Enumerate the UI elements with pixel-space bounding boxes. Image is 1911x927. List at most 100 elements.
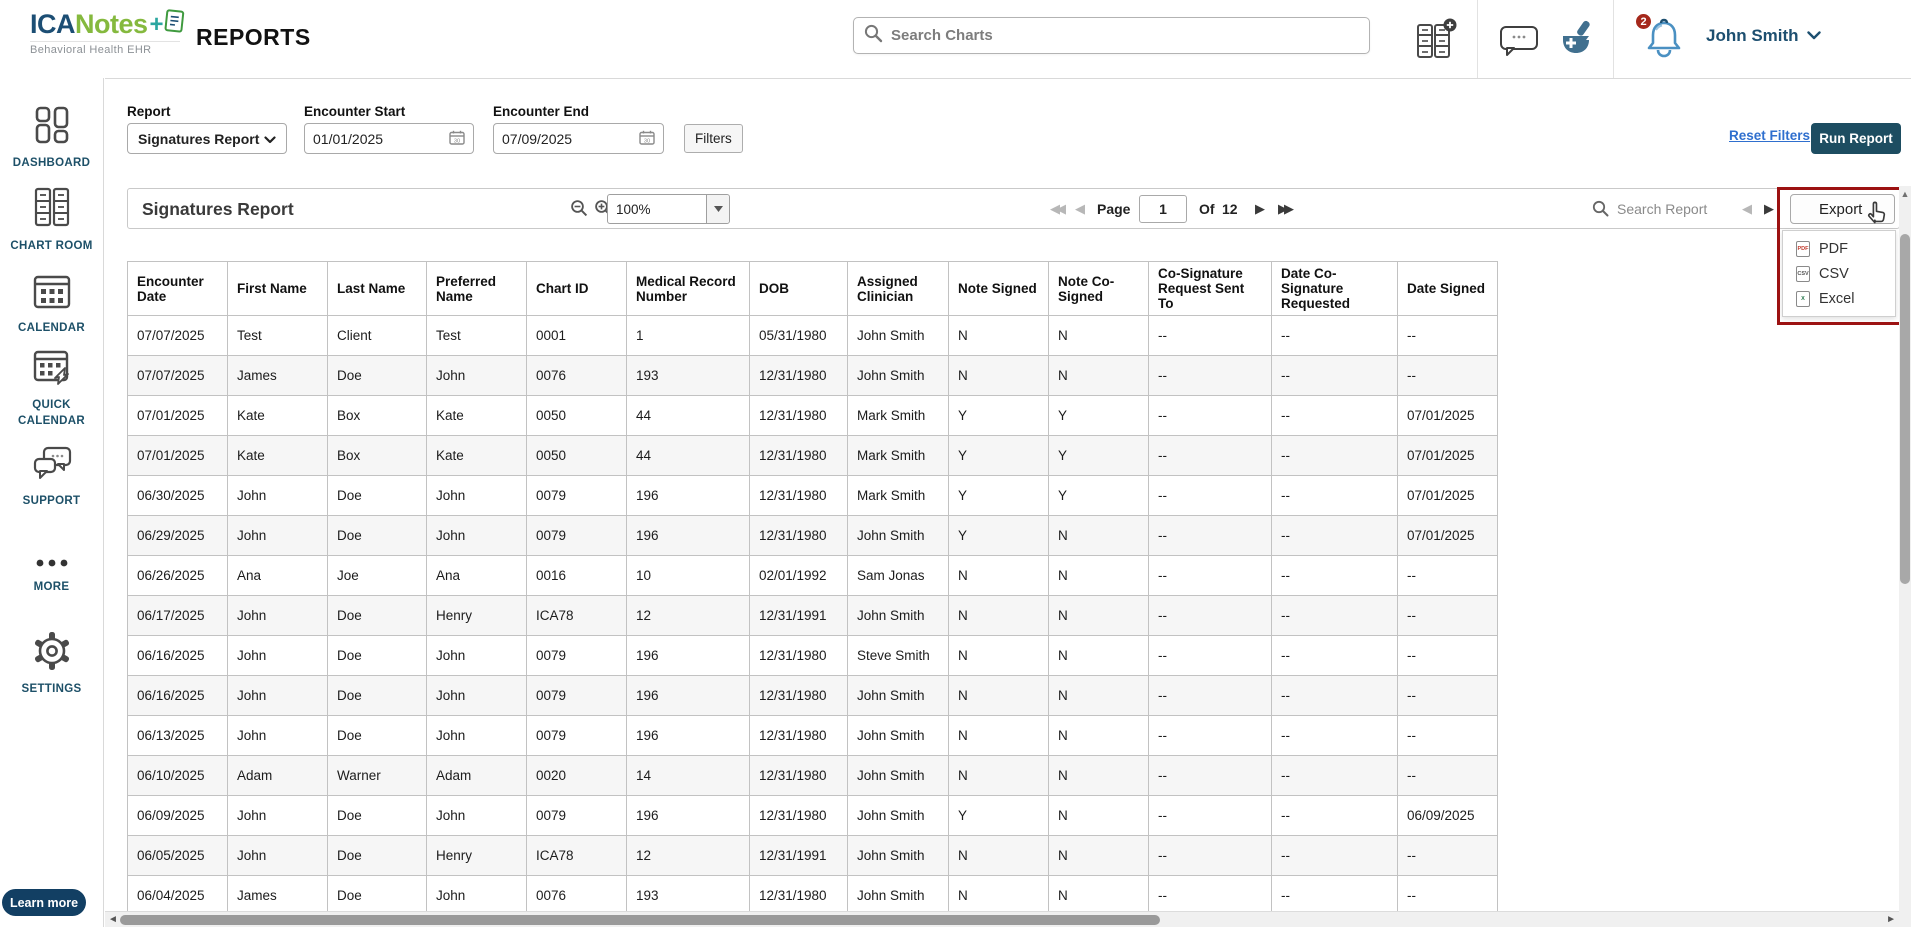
vertical-scrollbar-thumb[interactable] [1900,234,1910,584]
sidebar-item-chart-room[interactable]: CHART ROOM [0,185,103,255]
chart-search-input[interactable] [891,27,1359,44]
report-select[interactable]: Signatures Report [127,123,287,154]
sidebar-item-settings[interactable]: SETTINGS [0,630,103,698]
table-cell: Doe [327,475,427,516]
page-number-input[interactable] [1139,194,1187,223]
last-page-button[interactable]: ▶▶ [1278,189,1294,228]
search-previous-match-button[interactable]: ◀ [1742,189,1752,228]
table-cell: N [1048,515,1149,556]
next-page-button[interactable]: ▶ [1255,189,1265,228]
add-chart-icon[interactable] [1412,18,1458,67]
first-page-button[interactable]: ◀◀ [1050,189,1066,228]
zoom-out-icon[interactable] [570,189,589,228]
calendar-picker-icon[interactable]: 30 [639,130,655,148]
table-cell: 06/30/2025 [127,475,228,516]
sidebar-item-quick-calendar[interactable]: QUICK CALENDAR [0,346,103,429]
zoom-dropdown-button[interactable] [706,195,729,223]
vertical-scrollbar[interactable]: ▲ [1899,186,1911,927]
sidebar-item-label: SETTINGS [21,683,82,695]
table-cell: 0079 [526,475,627,516]
table-row[interactable]: 07/01/2025 Kate Box Kate 0050 44 12/31/1980 Mar… [127,395,1498,436]
search-next-match-button[interactable]: ▶ [1764,189,1774,228]
export-option-excel[interactable]: X Excel [1783,286,1895,311]
sidebar-item-support[interactable]: SUPPORT [0,444,103,510]
table-cell: 1 [626,315,750,356]
horizontal-scrollbar[interactable]: ◄ ► [105,911,1899,927]
zoom-level-select[interactable]: 100% [607,194,730,224]
calendar-picker-icon[interactable]: 30 [449,130,465,148]
user-menu[interactable]: John Smith [1706,26,1821,46]
table-cell: -- [1148,835,1272,876]
table-cell: Y [948,515,1049,556]
table-row[interactable]: 06/16/2025 John Doe John 0079 196 12/31/1980 St… [127,635,1498,676]
export-button[interactable]: Export [1790,194,1895,224]
table-row[interactable]: 06/09/2025 John Doe John 0079 196 12/31/1980 Jo… [127,795,1498,836]
scroll-right-arrow-icon[interactable]: ► [1886,914,1896,925]
table-row[interactable]: 06/17/2025 John Doe Henry ICA78 12 12/31/1991 J… [127,595,1498,636]
table-cell: Ana [426,555,527,596]
table-cell: -- [1271,675,1398,716]
table-row[interactable]: 07/07/2025 Test Client Test 0001 1 05/31/1980 J… [127,315,1498,356]
column-header: Encounter Date [127,261,228,316]
table-cell: 12/31/1980 [749,755,848,796]
table-cell: John [227,595,328,636]
table-cell: Client [327,315,427,356]
table-row[interactable]: 06/16/2025 John Doe John 0079 196 12/31/1980 Jo… [127,675,1498,716]
table-cell: ICA78 [526,595,627,636]
run-report-button[interactable]: Run Report [1811,123,1901,154]
export-option-pdf[interactable]: PDF PDF [1783,236,1895,261]
table-row[interactable]: 06/05/2025 John Doe Henry ICA78 12 12/31/1991 J… [127,835,1498,876]
table-cell: 193 [626,875,750,916]
sidebar-item-dashboard[interactable]: DASHBOARD [0,104,103,172]
table-cell: -- [1397,635,1498,676]
table-cell: N [1048,795,1149,836]
scroll-left-arrow-icon[interactable]: ◄ [108,914,118,925]
table-cell: Y [1048,475,1149,516]
horizontal-scrollbar-thumb[interactable] [120,915,1160,925]
report-search-input[interactable] [1617,200,1735,217]
encounter-start-input[interactable] [313,130,423,147]
table-row[interactable]: 07/01/2025 Kate Box Kate 0050 44 12/31/1980 Mar… [127,435,1498,476]
sidebar-item-more[interactable]: MORE [0,556,103,596]
table-cell: -- [1397,315,1498,356]
table-row[interactable]: 06/30/2025 John Doe John 0079 196 12/31/1980 Ma… [127,475,1498,516]
logo-document-icon [162,8,187,41]
table-row[interactable]: 06/26/2025 Ana Joe Ana 0016 10 02/01/1992 Sam J… [127,555,1498,596]
table-cell: John [227,675,328,716]
encounter-end-input[interactable] [502,130,612,147]
notifications-bell-icon[interactable]: 2 [1634,12,1686,65]
report-select-value: Signatures Report [138,130,260,147]
sidebar-item-label: DASHBOARD [12,157,91,169]
chart-search-box[interactable] [853,17,1370,54]
reset-filters-link[interactable]: Reset Filters [1729,128,1810,143]
filters-button[interactable]: Filters [684,124,743,153]
table-row[interactable]: 06/29/2025 John Doe John 0079 196 12/31/1980 Jo… [127,515,1498,556]
table-row[interactable]: 06/13/2025 John Doe John 0079 196 12/31/1980 Jo… [127,715,1498,756]
table-cell: John Smith [847,595,949,636]
zoom-level-value: 100% [616,201,651,217]
chevron-down-icon [1806,27,1821,45]
column-header: Chart ID [526,261,627,316]
table-cell: John [426,355,527,396]
sidebar-item-calendar[interactable]: CALENDAR [0,271,103,337]
messages-icon[interactable] [1498,24,1540,61]
page-label: Page [1097,200,1131,217]
table-cell: 06/16/2025 [127,635,228,676]
icanotes-logo[interactable]: ICA Notes + Behavioral Health EHR [30,9,186,56]
table-row[interactable]: 06/10/2025 Adam Warner Adam 0020 14 12/31/1980… [127,755,1498,796]
table-cell: Sam Jonas [847,555,949,596]
table-cell: Mark Smith [847,435,949,476]
table-row[interactable]: 07/07/2025 James Doe John 0076 193 12/31/1980 J… [127,355,1498,396]
logo-wordmark: ICA Notes + [30,9,186,40]
export-option-csv[interactable]: CSV CSV [1783,261,1895,286]
scroll-up-arrow-icon[interactable]: ▲ [1899,186,1911,199]
table-cell: 196 [626,715,750,756]
previous-page-button[interactable]: ◀ [1075,189,1085,228]
table-cell: 12 [626,595,750,636]
pharmacy-icon[interactable] [1560,20,1594,63]
table-cell: 12/31/1980 [749,635,848,676]
table-row[interactable]: 06/04/2025 James Doe John 0076 193 12/31/1980 J… [127,875,1498,916]
table-cell: 12/31/1980 [749,435,848,476]
table-cell: John [426,795,527,836]
learn-more-button[interactable]: Learn more [2,889,86,916]
